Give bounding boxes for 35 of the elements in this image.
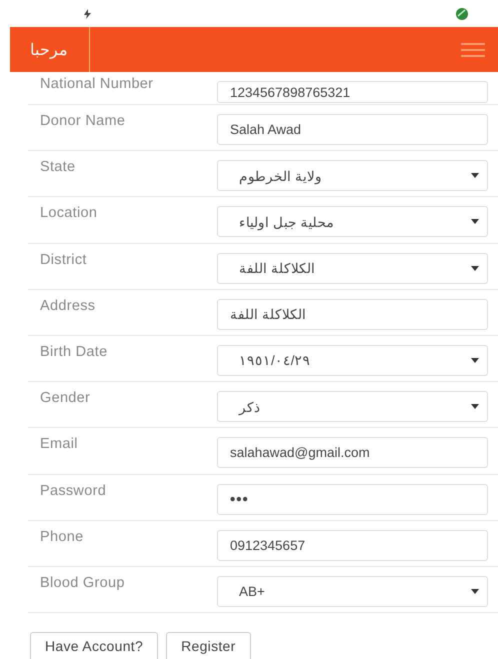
input-field[interactable]: salahawad@gmail.com	[217, 437, 488, 468]
field-label: Location	[39, 205, 98, 224]
field-label: Donor Name	[39, 113, 126, 131]
input-field[interactable]: الكلاكلة اللفة	[217, 298, 488, 330]
dropdown-field[interactable]: الكلاكلة اللفة	[217, 252, 488, 284]
charging-icon	[84, 8, 91, 18]
caret-icon	[471, 173, 479, 178]
menu-icon[interactable]	[461, 42, 485, 56]
field-label: Birth Date	[39, 344, 108, 362]
caret-icon	[471, 404, 479, 410]
input-field[interactable]: 0912345657	[217, 530, 488, 561]
caret-icon	[471, 219, 479, 224]
have-account-button[interactable]: Have Account?	[30, 632, 158, 659]
dropdown-field[interactable]: AB+	[217, 576, 488, 607]
field-label: Blood Group	[39, 574, 126, 593]
app-title: مرحبا	[10, 27, 90, 72]
field-label: Address	[39, 298, 96, 316]
field-label: National Number	[39, 76, 154, 94]
field-label: Gender	[39, 390, 92, 408]
dropdown-field[interactable]: ١٩٥١/٠٤/٢٩	[217, 344, 488, 376]
field-label: Phone	[39, 528, 84, 547]
field-label: Password	[39, 482, 108, 500]
field-label: District	[39, 252, 88, 270]
input-field[interactable]: 1234567898765321	[217, 81, 488, 103]
field-label: Email	[39, 436, 79, 454]
caret-icon	[471, 358, 479, 363]
dropdown-field[interactable]: ذكر	[217, 391, 488, 422]
caret-icon	[471, 588, 479, 594]
caret-icon	[471, 266, 479, 271]
dropdown-field[interactable]: محلية جبل اولياء	[217, 206, 488, 238]
field-label: State	[39, 159, 76, 178]
dropdown-field[interactable]: ولاية الخرطوم	[217, 160, 488, 192]
input-field[interactable]: Salah Awad	[217, 114, 488, 145]
register-button[interactable]: Register	[166, 632, 251, 659]
password-field[interactable]: •••	[217, 484, 488, 514]
